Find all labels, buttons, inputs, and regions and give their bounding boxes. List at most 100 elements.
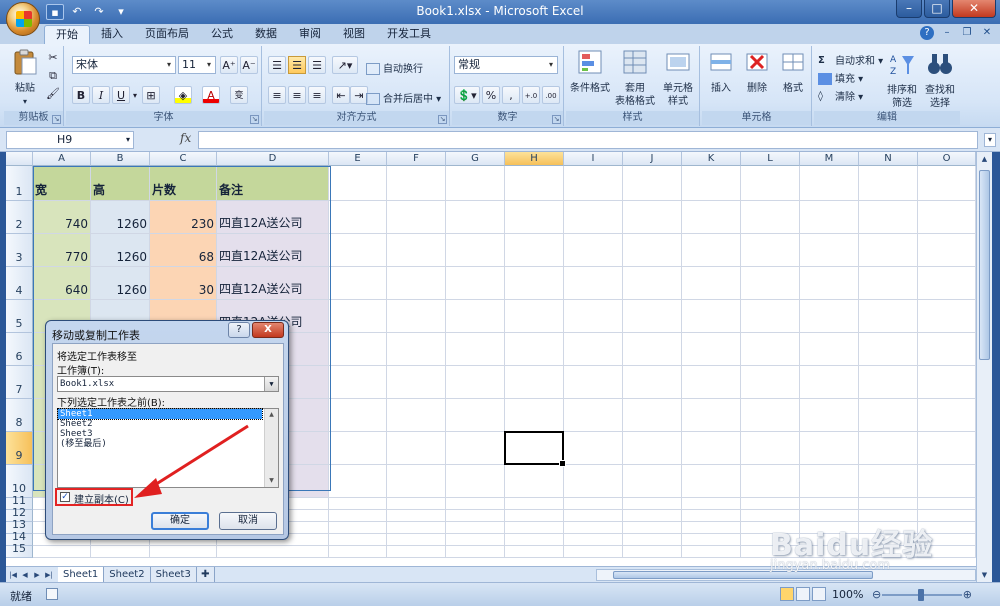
minimize-button[interactable]: – bbox=[896, 0, 922, 18]
zoom-knob[interactable] bbox=[918, 589, 924, 601]
sheet-tab-sheet3[interactable]: Sheet3 bbox=[150, 567, 197, 582]
font-launcher-icon[interactable]: ↘ bbox=[250, 115, 259, 124]
paste-dropdown-icon[interactable]: ▾ bbox=[10, 95, 40, 108]
font-size-dropdown-icon[interactable]: ▾ bbox=[203, 57, 215, 73]
format-as-table-button[interactable]: 套用 表格格式 bbox=[614, 48, 656, 108]
alignment-launcher-icon[interactable]: ↘ bbox=[438, 115, 447, 124]
tab-page-layout[interactable]: 页面布局 bbox=[134, 25, 200, 44]
table-cell[interactable]: 四直12A送公司 bbox=[217, 201, 328, 233]
name-box[interactable]: H9 ▾ bbox=[6, 131, 134, 149]
tab-view[interactable]: 视图 bbox=[332, 25, 376, 44]
scroll-up-icon[interactable]: ▲ bbox=[977, 152, 992, 166]
sort-filter-button[interactable]: AZ 排序和 筛选 bbox=[884, 50, 920, 110]
expand-formula-bar-icon[interactable]: ▾ bbox=[984, 133, 996, 147]
align-bottom-icon[interactable]: ☰ bbox=[308, 56, 326, 74]
table-cell[interactable]: 宽 bbox=[33, 166, 90, 200]
table-cell[interactable]: 片数 bbox=[150, 166, 216, 200]
zoom-in-icon[interactable]: ⊕ bbox=[963, 588, 972, 601]
merge-center-button[interactable]: 合并后居中 ▾ bbox=[366, 90, 441, 105]
workbook-dropdown-icon[interactable]: ▼ bbox=[264, 377, 278, 391]
normal-view-icon[interactable] bbox=[780, 587, 794, 601]
tab-insert[interactable]: 插入 bbox=[90, 25, 134, 44]
align-top-icon[interactable]: ☰ bbox=[268, 56, 286, 74]
decrease-indent-icon[interactable]: ⇤ bbox=[332, 86, 350, 104]
list-item[interactable]: (移至最后) bbox=[58, 439, 262, 449]
row-header-3[interactable]: 3 bbox=[6, 234, 33, 267]
borders-icon[interactable]: ⊞ bbox=[142, 86, 160, 104]
dialog-close-button[interactable]: X bbox=[252, 322, 284, 338]
tab-data[interactable]: 数据 bbox=[244, 25, 288, 44]
column-header-l[interactable]: L bbox=[741, 152, 800, 166]
row-header-1[interactable]: 1 bbox=[6, 166, 33, 201]
select-all-corner[interactable] bbox=[6, 152, 33, 166]
underline-button[interactable]: U bbox=[112, 86, 130, 104]
dialog-help-button[interactable]: ? bbox=[228, 322, 250, 338]
insert-cells-button[interactable]: 插入 bbox=[704, 48, 738, 95]
formula-input[interactable] bbox=[198, 131, 978, 149]
row-header-7[interactable]: 7 bbox=[6, 366, 33, 399]
prev-sheet-icon[interactable]: ◀ bbox=[20, 569, 30, 581]
table-cell[interactable]: 1260 bbox=[91, 201, 149, 233]
list-scroll-up-icon[interactable]: ▲ bbox=[265, 409, 278, 421]
underline-dropdown-icon[interactable]: ▾ bbox=[130, 86, 140, 104]
cell-styles-button[interactable]: 单元格 样式 bbox=[658, 48, 698, 108]
sheet-tab-sheet2[interactable]: Sheet2 bbox=[104, 567, 151, 582]
table-cell[interactable]: 230 bbox=[150, 201, 216, 233]
tab-developer[interactable]: 开发工具 bbox=[376, 25, 442, 44]
row-header-8[interactable]: 8 bbox=[6, 399, 33, 432]
percent-button[interactable]: % bbox=[482, 86, 500, 104]
page-layout-view-icon[interactable] bbox=[796, 587, 810, 601]
column-header-k[interactable]: K bbox=[682, 152, 741, 166]
number-launcher-icon[interactable]: ↘ bbox=[552, 115, 561, 124]
column-header-a[interactable]: A bbox=[33, 152, 91, 166]
insert-function-icon[interactable]: fx bbox=[180, 131, 191, 145]
font-name-dropdown-icon[interactable]: ▾ bbox=[163, 57, 175, 73]
zoom-out-icon[interactable]: ⊖ bbox=[872, 588, 881, 601]
restore-window-icon[interactable]: ❐ bbox=[960, 26, 974, 40]
font-name-combo[interactable]: 宋体 ▾ bbox=[72, 56, 176, 74]
copy-checkbox-label[interactable]: 建立副本(C) bbox=[74, 491, 129, 506]
next-sheet-icon[interactable]: ▶ bbox=[32, 569, 42, 581]
close-button[interactable]: ✕ bbox=[952, 0, 996, 18]
fill-color-icon[interactable]: ◈ bbox=[174, 86, 192, 104]
column-header-c[interactable]: C bbox=[150, 152, 217, 166]
align-middle-icon[interactable]: ☰ bbox=[288, 56, 306, 74]
page-break-view-icon[interactable] bbox=[812, 587, 826, 601]
tab-review[interactable]: 审阅 bbox=[288, 25, 332, 44]
delete-cells-button[interactable]: 删除 bbox=[740, 48, 774, 95]
row-header-5[interactable]: 5 bbox=[6, 300, 33, 333]
column-header-h[interactable]: H bbox=[505, 152, 564, 166]
copy-checkbox[interactable]: ✓ bbox=[60, 492, 70, 502]
table-cell[interactable]: 1260 bbox=[91, 267, 149, 299]
close-workbook-icon[interactable]: ✕ bbox=[980, 26, 994, 40]
last-sheet-icon[interactable]: ▶| bbox=[44, 569, 54, 581]
row-header-2[interactable]: 2 bbox=[6, 201, 33, 234]
row-header-15[interactable]: 15 bbox=[6, 542, 33, 558]
help-icon[interactable]: ? bbox=[920, 26, 934, 40]
grow-font-button[interactable]: A⁺ bbox=[220, 56, 238, 74]
font-size-combo[interactable]: 11 ▾ bbox=[178, 56, 216, 74]
maximize-button[interactable]: □ bbox=[924, 0, 950, 18]
orientation-icon[interactable]: ↗▾ bbox=[332, 56, 358, 74]
column-header-f[interactable]: F bbox=[387, 152, 446, 166]
active-cell-h9[interactable] bbox=[504, 431, 566, 467]
align-center-icon[interactable]: ≡ bbox=[288, 86, 306, 104]
zoom-level[interactable]: 100% bbox=[832, 588, 863, 601]
vertical-scrollbar[interactable]: ▲ ▼ bbox=[976, 152, 992, 582]
row-header-6[interactable]: 6 bbox=[6, 333, 33, 366]
italic-button[interactable]: I bbox=[92, 86, 110, 104]
find-select-button[interactable]: 查找和 选择 bbox=[922, 50, 958, 110]
tab-home[interactable]: 开始 bbox=[44, 25, 90, 44]
list-item[interactable]: Sheet3 bbox=[58, 429, 262, 439]
format-cells-button[interactable]: 格式 bbox=[776, 48, 810, 95]
table-cell[interactable]: 68 bbox=[150, 234, 216, 266]
vertical-scroll-thumb[interactable] bbox=[979, 170, 990, 360]
row-header-9[interactable]: 9 bbox=[6, 432, 33, 465]
first-sheet-icon[interactable]: |◀ bbox=[8, 569, 18, 581]
table-cell[interactable]: 四直12A送公司 bbox=[217, 267, 328, 299]
scroll-down-icon[interactable]: ▼ bbox=[977, 568, 992, 582]
before-sheet-list[interactable]: Sheet1 Sheet2 Sheet3 (移至最后) ▲ ▼ bbox=[57, 408, 279, 488]
column-header-n[interactable]: N bbox=[859, 152, 918, 166]
table-cell[interactable]: 640 bbox=[33, 267, 90, 299]
list-item[interactable]: Sheet2 bbox=[58, 419, 262, 429]
